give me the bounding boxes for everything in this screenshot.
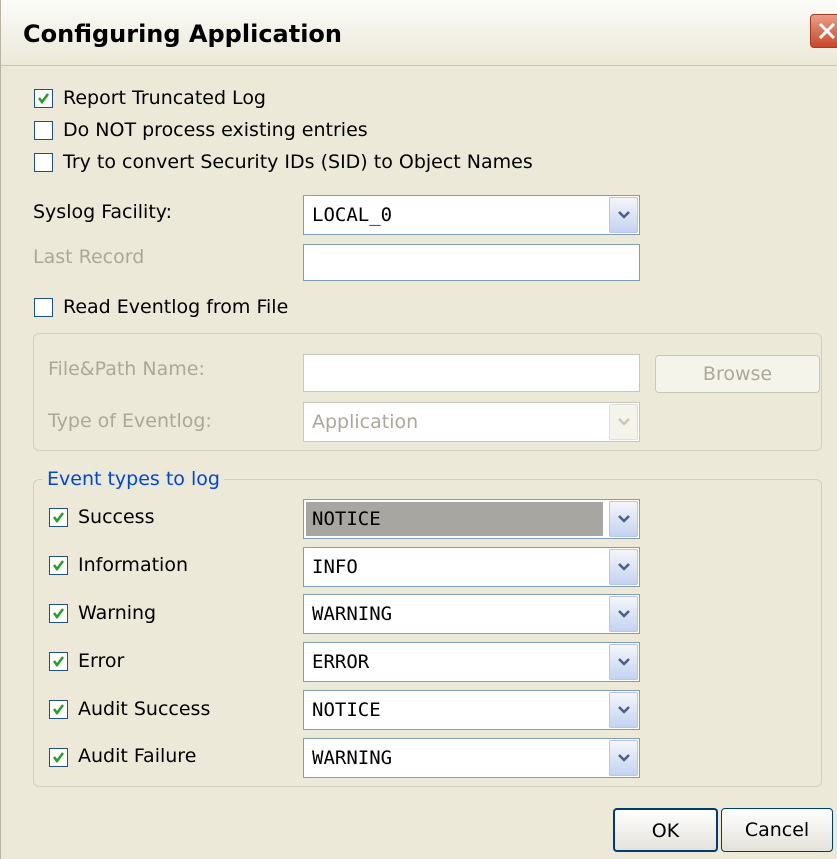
last-record-input[interactable] xyxy=(303,244,640,281)
chevron-down-icon xyxy=(618,610,630,618)
error-label: Error xyxy=(78,650,125,672)
checkmark-icon xyxy=(53,608,64,620)
dropdown-button[interactable] xyxy=(609,197,638,233)
do-not-process-label: Do NOT process existing entries xyxy=(63,119,368,141)
checkmark-icon xyxy=(53,560,64,572)
checkmark-icon xyxy=(53,656,64,668)
chevron-down-icon xyxy=(618,563,630,571)
syslog-facility-select[interactable]: LOCAL_0 xyxy=(303,195,640,235)
audit-success-level-value: NOTICE xyxy=(312,699,381,721)
checkmark-icon xyxy=(53,704,64,716)
last-record-label: Last Record xyxy=(33,246,145,268)
close-icon xyxy=(818,22,836,40)
title-bar: Configuring Application xyxy=(1,0,837,66)
dropdown-button[interactable] xyxy=(609,692,638,728)
file-path-label: File&Path Name: xyxy=(48,358,205,380)
file-path-input[interactable] xyxy=(303,354,640,392)
warning-level-value: WARNING xyxy=(312,603,393,625)
chevron-down-icon xyxy=(618,706,630,714)
audit-failure-level-select[interactable]: WARNING xyxy=(303,738,640,778)
dialog-title: Configuring Application xyxy=(23,20,343,48)
dialog-window: Configuring Application Report Truncated… xyxy=(0,0,837,859)
information-level-select[interactable]: INFO xyxy=(303,547,640,587)
information-checkbox[interactable] xyxy=(49,556,68,575)
audit-failure-checkbox[interactable] xyxy=(49,748,68,767)
audit-failure-label: Audit Failure xyxy=(78,745,197,767)
syslog-facility-label: Syslog Facility: xyxy=(33,201,173,223)
audit-failure-level-value: WARNING xyxy=(312,747,393,769)
checkmark-icon xyxy=(53,752,64,764)
dropdown-button[interactable] xyxy=(609,404,638,440)
eventlog-type-label: Type of Eventlog: xyxy=(48,410,212,432)
checkmark-icon xyxy=(38,93,49,105)
information-label: Information xyxy=(78,554,188,576)
chevron-down-icon xyxy=(618,211,630,219)
syslog-facility-value: LOCAL_0 xyxy=(312,204,393,226)
success-label: Success xyxy=(78,506,155,528)
report-truncated-log-checkbox[interactable] xyxy=(34,89,53,108)
eventlog-type-value: Application xyxy=(312,411,419,433)
report-truncated-log-label: Report Truncated Log xyxy=(63,87,266,109)
error-checkbox[interactable] xyxy=(49,652,68,671)
chevron-down-icon xyxy=(618,754,630,762)
dropdown-button[interactable] xyxy=(609,644,638,680)
browse-button[interactable]: Browse xyxy=(655,355,820,393)
success-checkbox[interactable] xyxy=(49,508,68,527)
checkmark-icon xyxy=(53,512,64,524)
chevron-down-icon xyxy=(618,658,630,666)
read-from-file-checkbox[interactable] xyxy=(34,298,53,317)
close-button[interactable] xyxy=(810,14,837,48)
audit-success-level-select[interactable]: NOTICE xyxy=(303,690,640,730)
dropdown-button[interactable] xyxy=(609,501,638,537)
dropdown-button[interactable] xyxy=(609,740,638,776)
chevron-down-icon xyxy=(618,515,630,523)
read-from-file-label: Read Eventlog from File xyxy=(63,296,289,318)
eventlog-type-select[interactable]: Application xyxy=(303,402,640,442)
audit-success-checkbox[interactable] xyxy=(49,700,68,719)
cancel-button[interactable]: Cancel xyxy=(721,808,833,852)
chevron-down-icon xyxy=(618,418,630,426)
audit-success-label: Audit Success xyxy=(78,698,211,720)
dropdown-button[interactable] xyxy=(609,596,638,632)
warning-label: Warning xyxy=(78,602,157,624)
error-level-select[interactable]: ERROR xyxy=(303,642,640,682)
dropdown-button[interactable] xyxy=(609,549,638,585)
do-not-process-checkbox[interactable] xyxy=(34,121,53,140)
success-level-select[interactable]: NOTICE xyxy=(303,499,640,539)
ok-button[interactable]: OK xyxy=(613,808,718,852)
error-level-value: ERROR xyxy=(312,651,370,673)
success-level-value: NOTICE xyxy=(312,508,381,530)
event-types-legend: Event types to log xyxy=(43,468,224,490)
warning-checkbox[interactable] xyxy=(49,604,68,623)
convert-sid-checkbox[interactable] xyxy=(34,153,53,172)
convert-sid-label: Try to convert Security IDs (SID) to Obj… xyxy=(63,151,533,173)
information-level-value: INFO xyxy=(312,556,358,578)
warning-level-select[interactable]: WARNING xyxy=(303,594,640,634)
